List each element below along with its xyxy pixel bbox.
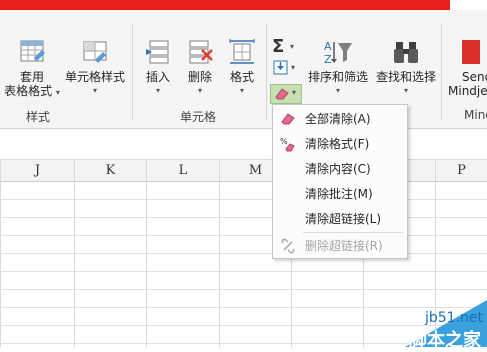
find-select-button[interactable]: 查找和选择 ▾	[374, 38, 438, 98]
column-header-p[interactable]: P	[436, 160, 487, 181]
menu-item-clear-hyperlinks[interactable]: 清除超链接(L)	[273, 208, 407, 230]
chevron-down-icon: ▾	[239, 86, 244, 95]
cell-styles-button[interactable]: 单元格样式 ▾	[62, 38, 128, 98]
cell-styles-icon	[81, 38, 109, 66]
format-cells-button[interactable]: 格式 ▾	[224, 38, 260, 98]
chevron-down-icon: ▾	[92, 86, 97, 95]
grid-line	[0, 253, 487, 254]
format-as-table-button[interactable]: 套用 表格格式 ▾	[4, 38, 60, 100]
sigma-icon: Σ	[272, 36, 285, 57]
send-to-mindjet-button[interactable]: Send Mindje	[446, 38, 487, 98]
chevron-down-icon: ▾	[291, 63, 296, 72]
menu-item-label: 删除超链接(R)	[305, 239, 383, 253]
sort-filter-icon: A Z	[324, 38, 352, 66]
mindjet-icon	[458, 38, 486, 66]
sort-filter-button[interactable]: A Z 排序和筛选 ▾	[306, 38, 370, 98]
remove-link-icon	[281, 238, 295, 254]
chevron-down-icon: ▾	[155, 86, 160, 95]
menu-item-label: 清除超链接(L)	[305, 212, 382, 226]
menu-item-label: 清除内容(C)	[305, 162, 371, 176]
grid-line	[0, 199, 487, 200]
svg-text:A: A	[324, 40, 332, 53]
insert-label: 插入	[145, 70, 170, 84]
eraser-icon	[275, 88, 289, 100]
format-icon	[228, 38, 256, 66]
format-as-table-line2: 表格格式	[4, 84, 53, 98]
grid-line	[0, 271, 487, 272]
chevron-down-icon: ▾	[290, 42, 295, 51]
send-to-mindjet-line1: Send	[462, 70, 487, 84]
autosum-button[interactable]: Σ ▾	[272, 36, 296, 57]
watermark-site: jb51.net	[424, 310, 483, 326]
menu-item-label: 全部清除(A)	[305, 112, 371, 126]
find-select-label: 查找和选择	[375, 70, 436, 84]
menu-item-clear-comments[interactable]: 清除批注(M)	[273, 183, 407, 205]
format-as-table-line1: 套用	[19, 70, 44, 84]
styles-group-label: 样式	[26, 110, 51, 124]
grid-line	[0, 289, 487, 290]
format-label: 格式	[229, 70, 254, 84]
delete-icon	[186, 38, 214, 66]
chevron-down-icon: ▾	[335, 86, 340, 95]
clear-format-icon: %	[280, 137, 295, 152]
menu-item-clear-contents[interactable]: 清除内容(C)	[273, 158, 407, 180]
fill-down-icon	[273, 60, 288, 75]
watermark-brand: 脚本之家	[409, 330, 481, 351]
table-format-icon	[18, 38, 46, 66]
grid-line	[0, 217, 487, 218]
menu-item-remove-hyperlinks: 删除超链接(R)	[273, 235, 407, 257]
chevron-down-icon: ▾	[197, 86, 202, 95]
svg-text:%: %	[280, 137, 288, 146]
column-header-l[interactable]: L	[147, 160, 219, 181]
cells-group-label: 单元格	[180, 110, 217, 124]
binoculars-icon	[392, 38, 420, 66]
column-header-k[interactable]: K	[75, 160, 146, 181]
menu-item-label: 清除批注(M)	[305, 187, 373, 201]
title-bar-accent	[0, 0, 450, 10]
group-divider	[441, 24, 442, 120]
column-header-j[interactable]: J	[1, 160, 74, 181]
chevron-down-icon: ▾	[403, 86, 408, 95]
insert-icon	[144, 38, 172, 66]
svg-text:Z: Z	[324, 53, 332, 66]
insert-cells-button[interactable]: 插入 ▾	[140, 38, 176, 98]
mindjet-group-label: Mind	[464, 108, 487, 122]
sort-filter-label: 排序和筛选	[307, 70, 368, 84]
eraser-icon	[281, 113, 295, 125]
group-divider	[266, 24, 267, 120]
clear-dropdown-menu: 全部清除(A) % 清除格式(F) 清除内容(C) 清除批注(M) 清除超链接(…	[272, 104, 408, 259]
menu-separator	[303, 232, 403, 233]
menu-item-clear-formats[interactable]: % 清除格式(F)	[273, 133, 407, 155]
chevron-down-icon: ▾	[55, 88, 60, 97]
clear-button[interactable]: ▾	[270, 84, 302, 104]
delete-cells-button[interactable]: 删除 ▾	[182, 38, 218, 98]
delete-label: 删除	[187, 70, 212, 84]
fill-button[interactable]: ▾	[273, 60, 297, 78]
chevron-down-icon: ▾	[292, 88, 297, 97]
send-to-mindjet-line2: Mindje	[448, 84, 487, 98]
menu-item-clear-all[interactable]: 全部清除(A)	[273, 108, 407, 130]
grid-line	[0, 235, 487, 236]
cell-styles-label: 单元格样式	[64, 70, 125, 84]
formula-bar-area	[0, 129, 487, 160]
menu-item-label: 清除格式(F)	[305, 137, 370, 151]
group-divider	[132, 24, 133, 120]
